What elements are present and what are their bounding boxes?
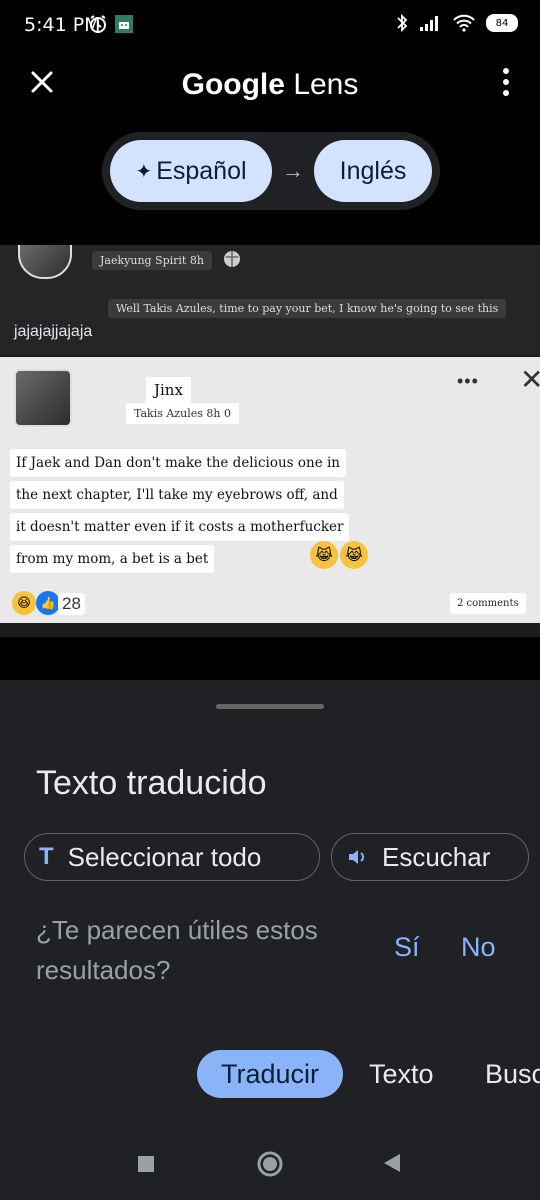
speaker-icon bbox=[349, 850, 364, 864]
drag-handle[interactable] bbox=[216, 704, 324, 709]
battery-icon: 84 bbox=[486, 14, 518, 32]
post-line: If Jaek and Dan don't make the delicious… bbox=[10, 449, 346, 477]
globe-icon bbox=[224, 251, 240, 267]
sparkle-icon: ✦ bbox=[135, 160, 153, 183]
translated-image: Jaekyung Spirit 8h Well Takis Azules, ti… bbox=[0, 245, 540, 637]
sheet-title: Texto traducido bbox=[36, 764, 267, 802]
language-selector: ✦ Español → Inglés bbox=[102, 132, 440, 210]
home-icon[interactable] bbox=[256, 1150, 284, 1178]
target-language-chip[interactable]: Inglés bbox=[314, 140, 432, 202]
avatar bbox=[18, 245, 72, 279]
post-line: it doesn't matter even if it costs a mot… bbox=[10, 513, 350, 541]
sheet-drag-area[interactable] bbox=[0, 680, 540, 736]
crying-laughing-icon: 😹 bbox=[340, 541, 368, 569]
post-line: from my mom, a bet is a bet bbox=[10, 545, 215, 573]
target-language-label: Inglés bbox=[339, 156, 407, 185]
android-notification-icon bbox=[115, 15, 133, 33]
feedback-no-button[interactable]: No bbox=[461, 932, 496, 963]
tab-search[interactable]: Busc bbox=[485, 1050, 540, 1098]
title-brand: Google bbox=[181, 68, 285, 101]
reaction-count: 28 bbox=[58, 593, 85, 615]
caption-text: Well Takis Azules, time to pay your bet,… bbox=[108, 299, 507, 318]
comment-text: jajajajjajaja bbox=[14, 323, 93, 340]
post-author-name: Jinx bbox=[146, 377, 191, 403]
comments-count: 2 comments bbox=[450, 593, 526, 614]
recents-icon[interactable] bbox=[136, 1154, 156, 1174]
post-avatar bbox=[14, 369, 72, 427]
source-language-chip[interactable]: ✦ Español bbox=[110, 140, 272, 202]
mode-tabs: Traducir Texto Busc bbox=[0, 1050, 540, 1100]
select-all-label: Seleccionar todo bbox=[67, 841, 262, 872]
text-icon: T bbox=[39, 843, 54, 870]
listen-label: Escuchar bbox=[382, 841, 491, 872]
tab-text[interactable]: Texto bbox=[369, 1050, 434, 1098]
tab-translate[interactable]: Traducir bbox=[197, 1050, 343, 1098]
comment-area: Jaekyung Spirit 8h Well Takis Azules, ti… bbox=[0, 245, 540, 355]
arrow-right-icon: → bbox=[282, 158, 304, 183]
title-product: Lens bbox=[293, 68, 359, 101]
like-reaction-icon: 👍 bbox=[36, 591, 60, 615]
post-subtitle: Takis Azules 8h 0 bbox=[126, 403, 239, 424]
alarm-icon bbox=[90, 15, 106, 33]
page-title: Google Lens bbox=[0, 68, 540, 102]
more-icon: ••• bbox=[457, 371, 479, 391]
signal-icon bbox=[420, 16, 438, 31]
header-name: Jaekyung Spirit 8h bbox=[92, 251, 212, 270]
crying-laughing-icon: 😹 bbox=[310, 541, 338, 569]
haha-reaction-icon: 😆 bbox=[12, 591, 36, 615]
status-icons: 84 bbox=[396, 13, 518, 33]
lens-top-bar: Google Lens bbox=[0, 52, 540, 116]
post-line: the next chapter, I'll take my eyebrows … bbox=[10, 481, 344, 509]
status-bar: 5:41 PM 84 bbox=[0, 0, 540, 52]
feedback-question: ¿Te parecen útiles estos resultados? bbox=[36, 915, 318, 985]
bluetooth-icon bbox=[397, 13, 408, 33]
bottom-sheet: Texto traducido T Seleccionar todo Escuc… bbox=[0, 680, 540, 1200]
wifi-icon bbox=[453, 14, 475, 32]
close-icon: ✕ bbox=[520, 364, 540, 395]
feedback-yes-button[interactable]: Sí bbox=[394, 932, 420, 963]
system-nav-bar bbox=[0, 1130, 540, 1200]
listen-button[interactable]: Escuchar bbox=[331, 833, 529, 881]
post-card: Jinx Takis Azules 8h 0 ••• ✕ If Jaek and… bbox=[0, 357, 540, 623]
back-icon[interactable] bbox=[382, 1152, 402, 1174]
more-options-icon[interactable] bbox=[502, 66, 510, 98]
select-all-button[interactable]: T Seleccionar todo bbox=[24, 833, 320, 881]
source-language-label: Español bbox=[156, 156, 247, 185]
